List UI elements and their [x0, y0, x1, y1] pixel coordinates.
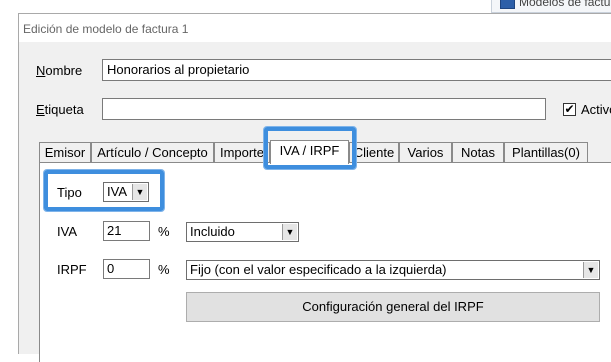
irpf-mode-select[interactable]: Fijo (con el valor especificado a la izq… [186, 260, 600, 280]
app-icon [500, 0, 515, 9]
etiqueta-label: Etiqueta [36, 102, 84, 117]
iva-mode-select[interactable]: Incluido ▼ [186, 222, 299, 242]
chevron-down-icon[interactable]: ▼ [132, 184, 147, 200]
etiqueta-input[interactable] [102, 98, 546, 120]
tab-notas[interactable]: Notas [452, 142, 504, 162]
activo-label: Activo [581, 102, 611, 117]
tab-articulo-concepto[interactable]: Artículo / Concepto [91, 142, 214, 162]
irpf-mode-value: Fijo (con el valor especificado a la izq… [190, 262, 447, 277]
chevron-down-icon[interactable]: ▼ [282, 224, 297, 240]
irpf-config-button[interactable]: Configuración general del IRPF [186, 292, 600, 322]
tab-cliente[interactable]: Cliente [349, 142, 399, 162]
iva-input[interactable]: 21 [103, 221, 150, 241]
dialog-titlebar[interactable]: Edición de modelo de factura 1 [19, 14, 611, 42]
invoice-model-dialog: Edición de modelo de factura 1 Nombre Ho… [18, 13, 611, 362]
dialog-title: Edición de modelo de factura 1 [23, 22, 189, 36]
iva-label: IVA [57, 224, 77, 239]
nombre-input[interactable]: Honorarios al propietario [102, 59, 611, 81]
tab-iva-irpf[interactable]: IVA / IRPF [270, 140, 349, 164]
iva-percent-symbol: % [158, 224, 170, 239]
tipo-label: Tipo [57, 185, 82, 200]
tipo-select[interactable]: IVA ▼ [103, 182, 149, 202]
irpf-input[interactable]: 0 [103, 259, 150, 279]
irpf-label: IRPF [57, 262, 87, 277]
activo-checkbox[interactable]: ✔ [563, 103, 576, 116]
tab-plantillas[interactable]: Plantillas(0) [504, 142, 588, 162]
background-window-tab[interactable]: Modelos de factu [491, 0, 611, 13]
tab-emisor[interactable]: Emisor [39, 142, 91, 162]
tab-varios[interactable]: Varios [399, 142, 452, 162]
background-window-title: Modelos de factu [519, 0, 611, 9]
iva-mode-value: Incluido [190, 224, 235, 239]
tab-importe[interactable]: Importe [214, 142, 270, 162]
irpf-percent-symbol: % [158, 262, 170, 277]
chevron-down-icon[interactable]: ▼ [583, 262, 598, 278]
iva-irpf-panel: Tipo IVA ▼ IVA 21 % Incluido ▼ IRPF 0 % … [39, 162, 611, 362]
tipo-value: IVA [107, 184, 127, 199]
nombre-label: Nombre [36, 63, 83, 78]
